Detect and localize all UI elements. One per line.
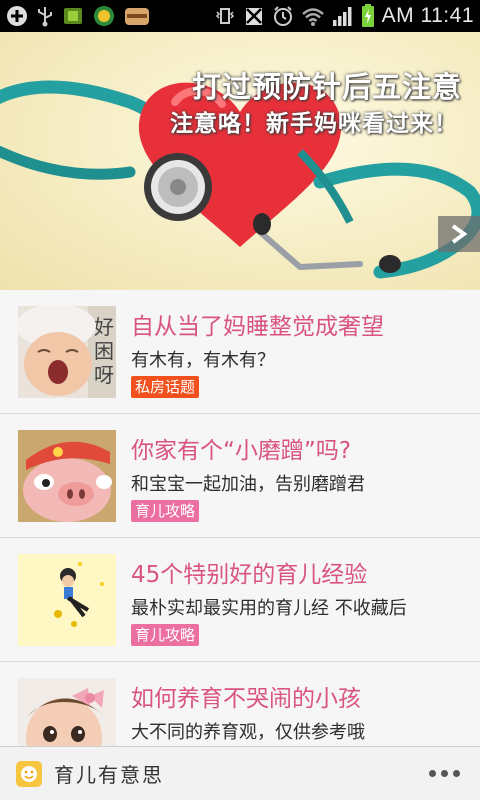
article-title: 自从当了妈睡整觉成奢望 [131,314,384,340]
sandwich-app-icon [124,5,150,27]
svg-text:好: 好 [94,315,114,339]
article-description: 和宝宝一起加油，告别磨蹭君 [131,474,365,495]
vibrate-icon [214,5,236,27]
banner-next-button[interactable] [438,216,480,252]
dot [441,770,448,777]
app-notification-icon [92,5,116,27]
article-description: 有木有，有木有？ [131,350,275,371]
no-sim-icon [243,5,265,27]
article-title: 如何养育不哭闹的小孩 [131,686,361,712]
article-thumbnail-yawning-baby: 好 困 呀 [18,306,116,398]
signal-icon [332,5,354,27]
banner-subtitle: 注意咯！新手妈咪看过来！ [170,111,458,137]
add-icon [6,5,28,27]
screen: AM 11:41 打过预防针后五注意 注意咯！新手妈咪看过来！ 好 困 呀 自从… [0,0,480,800]
list-item[interactable]: 你家有个“小磨蹭”吗? 和宝宝一起加油，告别磨蹭君 育儿攻略 [0,414,480,538]
article-thumbnail-cartoon-pig [18,430,116,522]
status-bar-left [6,5,150,27]
smiley-logo-icon [16,760,42,787]
list-item[interactable]: 45个特别好的育儿经验 最朴实却最实用的育儿经 不收藏后 育儿攻略 [0,538,480,662]
status-time: AM 11:41 [381,4,474,27]
article-title: 你家有个“小磨蹭”吗? [131,438,352,464]
article-thumbnail-baby-with-bow [18,678,116,746]
sim-icon [62,5,84,27]
svg-text:困: 困 [94,339,114,363]
article-tag: 育儿攻略 [131,500,200,522]
list-item[interactable]: 如何养育不哭闹的小孩 大不同的养育观，仅供参考哦 [0,662,480,746]
usb-icon [36,5,54,27]
wifi-icon [301,5,325,27]
more-dots-icon[interactable] [425,764,464,783]
article-description: 最朴实却最实用的育儿经 不收藏后 [131,598,407,619]
app-name: 育儿有意思 [54,763,164,787]
chevron-right-icon [451,224,468,244]
dot [429,770,436,777]
article-tag: 育儿攻略 [131,624,200,646]
article-tag: 私房话题 [131,376,200,398]
banner-carousel[interactable]: 打过预防针后五注意 注意咯！新手妈咪看过来！ [0,32,480,290]
status-bar-right: AM 11:41 [214,4,474,28]
article-list[interactable]: 好 困 呀 自从当了妈睡整觉成奢望 有木有，有木有？ 私房话题 你家有个“小磨蹭… [0,290,480,746]
alarm-icon [272,5,294,27]
status-bar: AM 11:41 [0,0,480,32]
article-description: 大不同的养育观，仅供参考哦 [131,722,365,743]
battery-charging-icon [361,4,375,27]
article-thumbnail-moon-boy [18,554,116,646]
banner-title: 打过预防针后五注意 [191,70,462,104]
svg-text:呀: 呀 [94,363,114,387]
dot [453,770,460,777]
article-title: 45个特别好的育儿经验 [131,562,368,588]
list-item[interactable]: 好 困 呀 自从当了妈睡整觉成奢望 有木有，有木有？ 私房话题 [0,290,480,414]
bottom-bar: 育儿有意思 [0,746,480,800]
